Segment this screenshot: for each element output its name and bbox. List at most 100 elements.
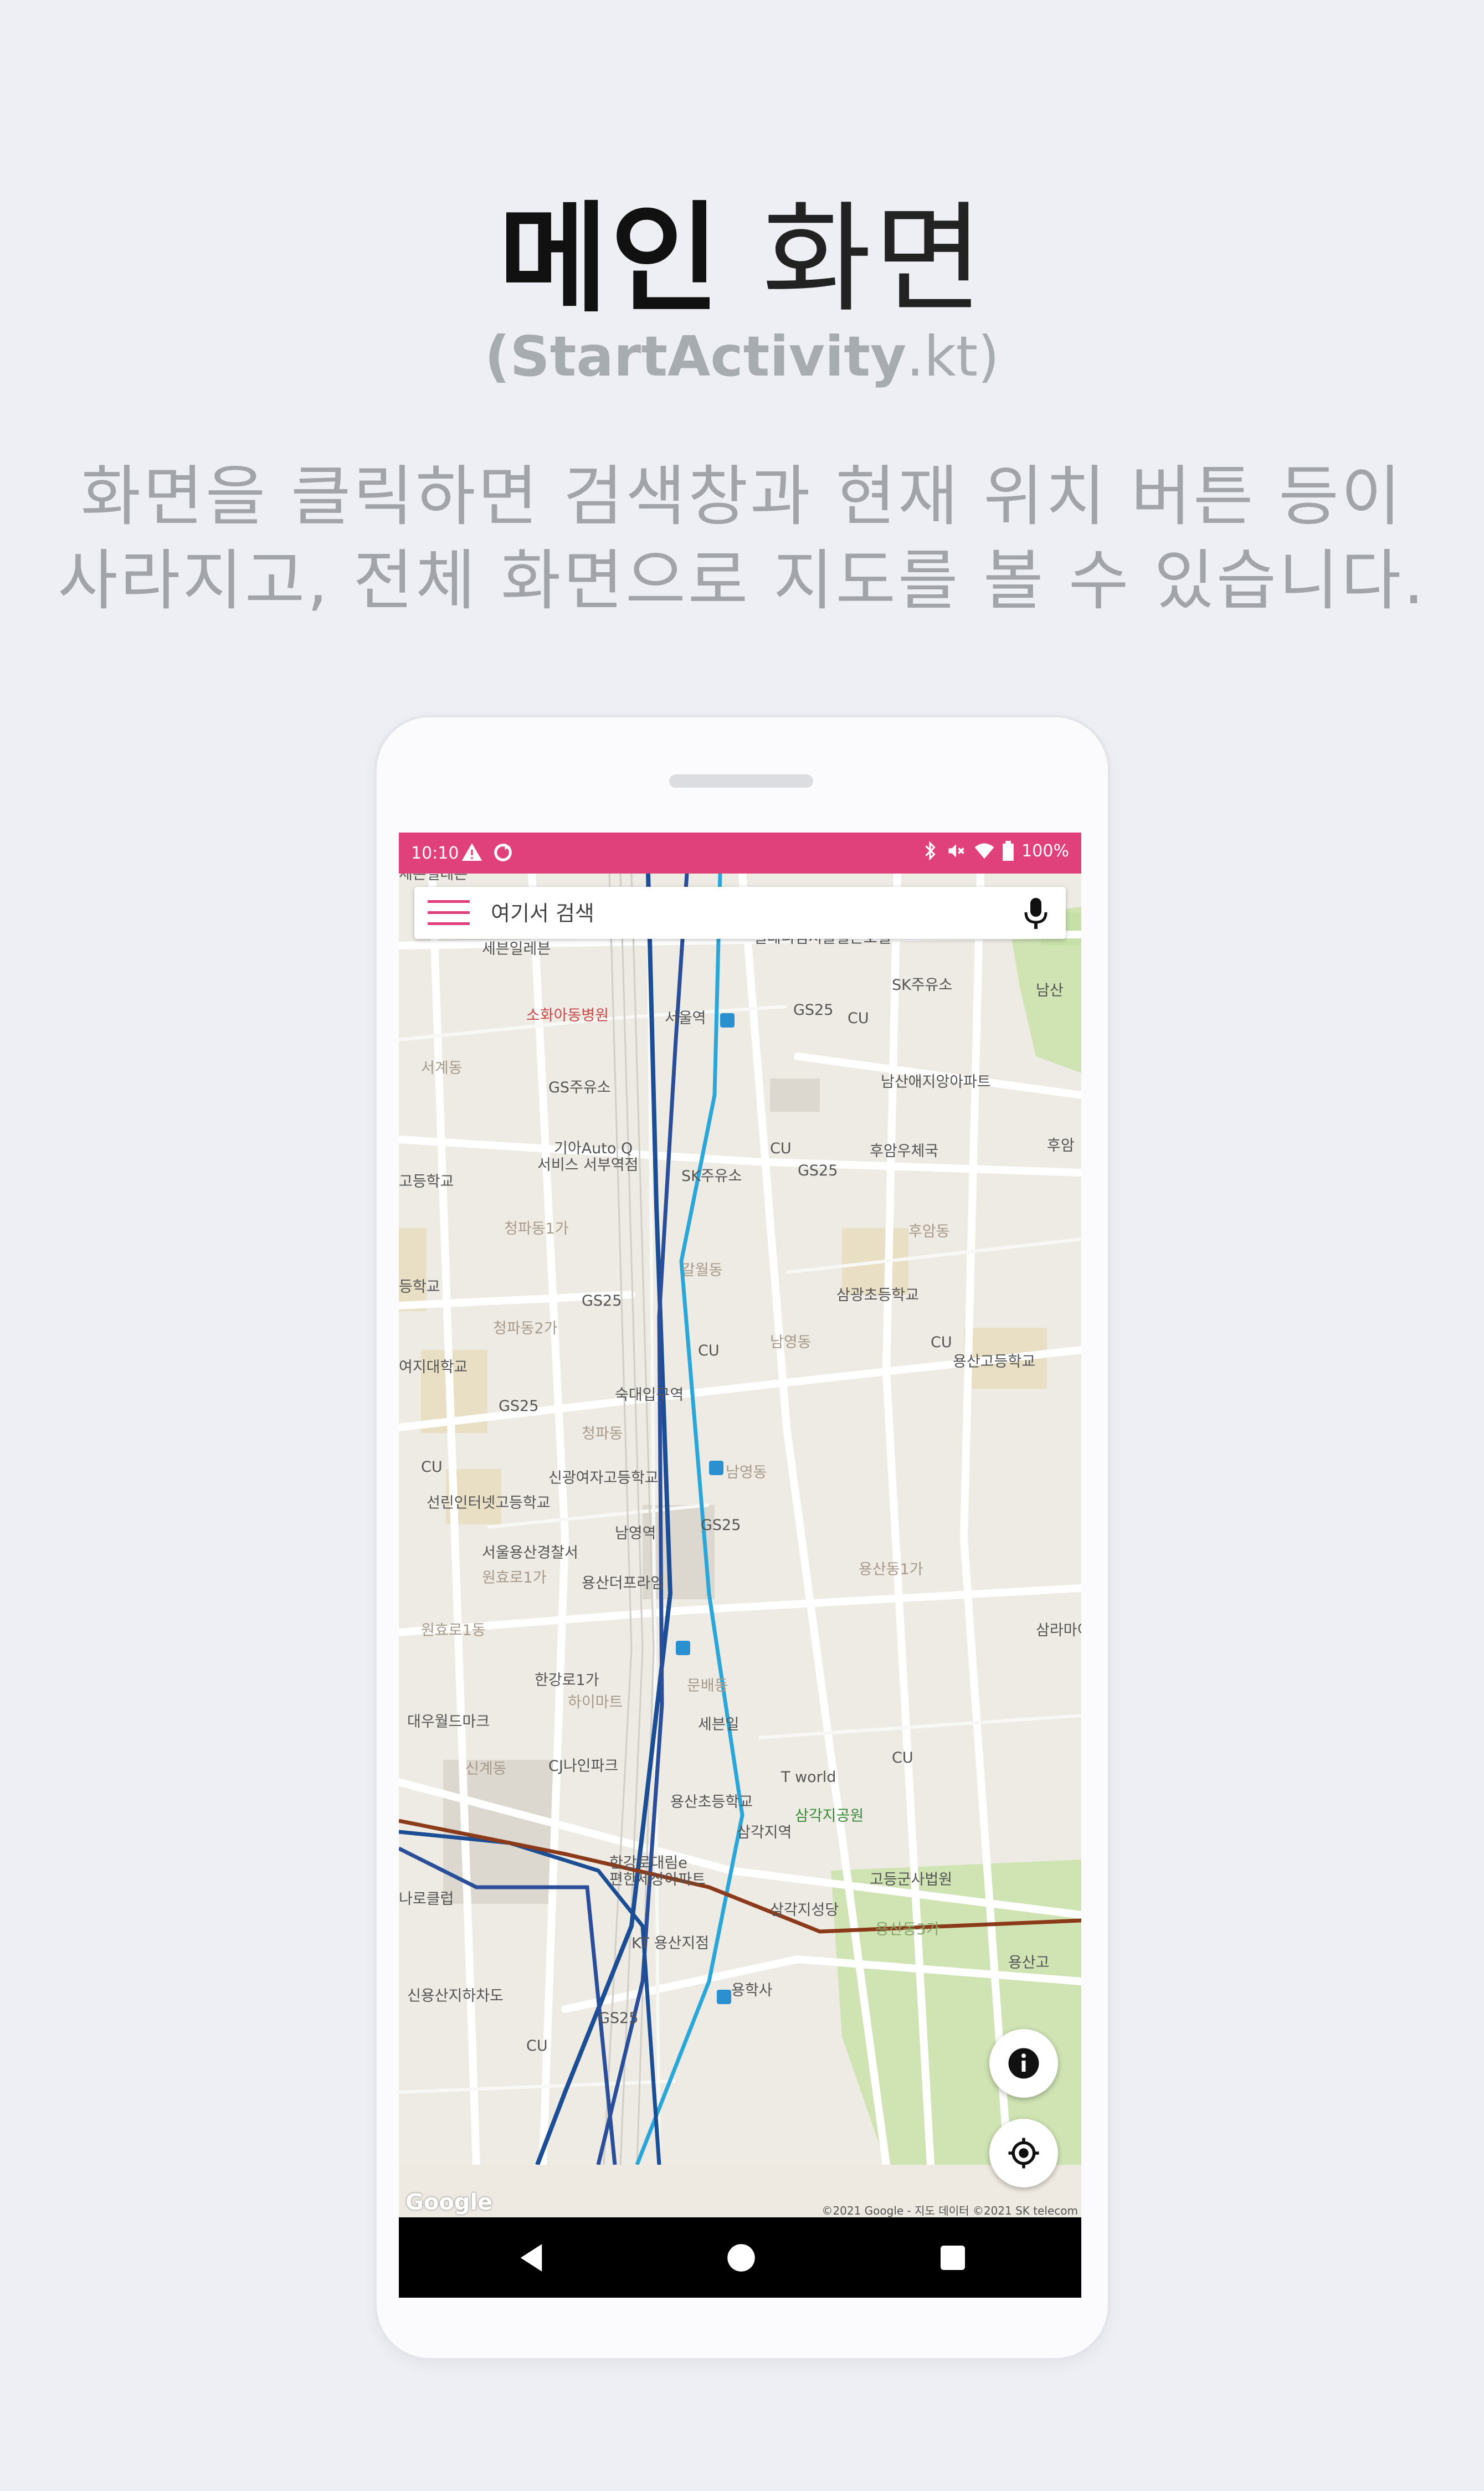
map-label: 신광여자고등학교 [548,1470,659,1487]
mute-icon [948,844,965,857]
status-bar: 10:10 100% [399,833,1081,874]
map-label: 세븐일 [698,1716,740,1733]
map-label: 남산애지앙아파트 [881,1074,991,1091]
description-line-2: 사라지고, 전체 화면으로 지도를 볼 수 있습니다. [58,542,1426,619]
recents-icon[interactable] [934,2240,971,2276]
map-label: 세븐일레븐 [399,874,468,883]
map-label: GS25 [499,1398,538,1415]
map-label: GS25 [701,1517,741,1534]
map-label: 삼각지역 [737,1824,792,1841]
map-label: 고등군사법원 [870,1871,952,1888]
map-label: 서울역 [665,1010,706,1027]
map-label: 청파동2가 [493,1320,558,1337]
map-label: CU [526,2037,548,2055]
description-line-1: 화면을 클릭하면 검색창과 현재 위치 버튼 등이 [80,458,1404,535]
info-button[interactable] [989,2029,1058,2098]
map-label: 원효로1동 [421,1622,486,1639]
campus-area [399,1228,427,1311]
map-label: 서비스 서부역점 [537,1157,638,1174]
map-label: 남영동 [726,1464,767,1481]
map-label: 남산 [1036,982,1064,999]
wifi-icon [974,843,994,859]
phone-screen: 10:10 100% 세븐일레븐 소화아동병원 서울역 SK주유소 GS25 C… [399,833,1081,2298]
map-label: 신용산지하차도 [407,1987,504,2005]
map-label: 용산고 [1008,1954,1050,1971]
map-label: CU [770,1140,792,1157]
search-bar [414,887,1066,939]
map-label: CJ나인파크 [548,1758,618,1775]
back-icon[interactable] [513,2240,550,2276]
map-view[interactable]: 서울역 세븐일레븐 소화아동병원 서울역 밀레니엄서울힐튼호텔 SK주유소 중구… [399,874,1081,2165]
search-input[interactable] [490,897,1002,930]
map-label: CU [931,1334,952,1351]
map-label: 편한세상아파트 [609,1871,706,1888]
title-light: 화면 [762,189,986,328]
map-label: 용학사 [731,1982,773,1999]
map-label: 한강로대림e [609,1855,687,1872]
map-label: 기아Auto Q [554,1140,633,1157]
microphone-icon[interactable] [1020,897,1051,930]
map-label: 대우월드마크 [407,1713,490,1730]
bluetooth-icon [925,841,936,861]
map-label: 선린인터넷고등학교 [427,1494,551,1512]
map-label: CU [848,1010,869,1027]
page-title: 메인 화면 [0,199,1484,319]
map-label: 갈월동 [681,1262,723,1279]
sync-icon [494,843,512,861]
map-label: 후암 [1047,1137,1075,1154]
map-label: T world [780,1769,836,1786]
map-label: 등학교 [399,1278,440,1296]
building-area [770,1078,820,1112]
warning-icon [461,843,482,861]
map-label: 용산동1가 [859,1561,923,1578]
map-label: 여지대학교 [399,1359,468,1376]
map-label: 한강로1가 [535,1672,599,1689]
map-label: 용산동3가 [875,1921,940,1938]
home-icon[interactable] [723,2240,759,2276]
map-label: 고등학교 [399,1173,454,1190]
description: 화면을 클릭하면 검색창과 현재 위치 버튼 등이 사라지고, 전체 화면으로 … [0,454,1484,623]
map-label: CU [892,1749,913,1766]
map-label: GS25 [598,2010,638,2027]
map-label: CU [421,1458,443,1476]
map-label: 삼라마이다스빌 [1036,1622,1081,1639]
my-location-button[interactable] [989,2119,1058,2187]
map-label: GS주유소 [548,1079,611,1096]
map-label: 후암우체국 [870,1143,938,1160]
phone-speaker [669,774,813,788]
map-label: 청파동 [582,1425,623,1442]
map-label: 원효로1가 [482,1569,547,1586]
page-subtitle: (StartActivity.kt) [0,324,1484,389]
battery-level: 100% [1021,841,1069,861]
map-label: GS25 [798,1162,838,1179]
map-label: 하이마트 [568,1694,623,1711]
my-location-icon [1008,2138,1039,2169]
map-label: 나로클럽 [399,1891,454,1908]
subtitle-ext: .kt) [906,324,1000,389]
map-label: 서울용산경찰서 [482,1544,578,1562]
map-label: 용산초등학교 [670,1794,753,1811]
navigation-bar [399,2217,1081,2298]
map-label: 용산더프라임 [582,1575,664,1592]
map-label: SK주유소 [681,1168,742,1185]
map-label: 후암동 [908,1223,950,1240]
map-label: CU [698,1342,720,1359]
map-label: 문배동 [687,1677,728,1694]
map-label: KT 용산지점 [631,1935,709,1952]
map-attribution: Google [405,2190,493,2215]
subtitle-main: (StartActivity [484,324,907,389]
map-copyright: ©2021 Google - 지도 데이터 ©2021 SK telecom [821,2204,1078,2217]
map-label: 삼각지공원 [795,1807,864,1825]
hamburger-menu-icon[interactable] [428,899,470,927]
map-label: 세븐일레븐 [482,941,551,958]
map-label: 청파동1가 [504,1220,569,1237]
battery-icon [1003,841,1014,861]
map-label: 서계동 [421,1060,463,1077]
map-label: GS25 [582,1292,622,1309]
map-label: 숙대입구역 [615,1386,684,1404]
map-label: 남영동 [770,1334,812,1351]
map-label: 삼각지성당 [770,1902,839,1919]
map-label: 소화아동병원 [526,1007,609,1024]
status-icons: 100% [922,840,1069,861]
map-label: 남영역 [615,1525,656,1542]
